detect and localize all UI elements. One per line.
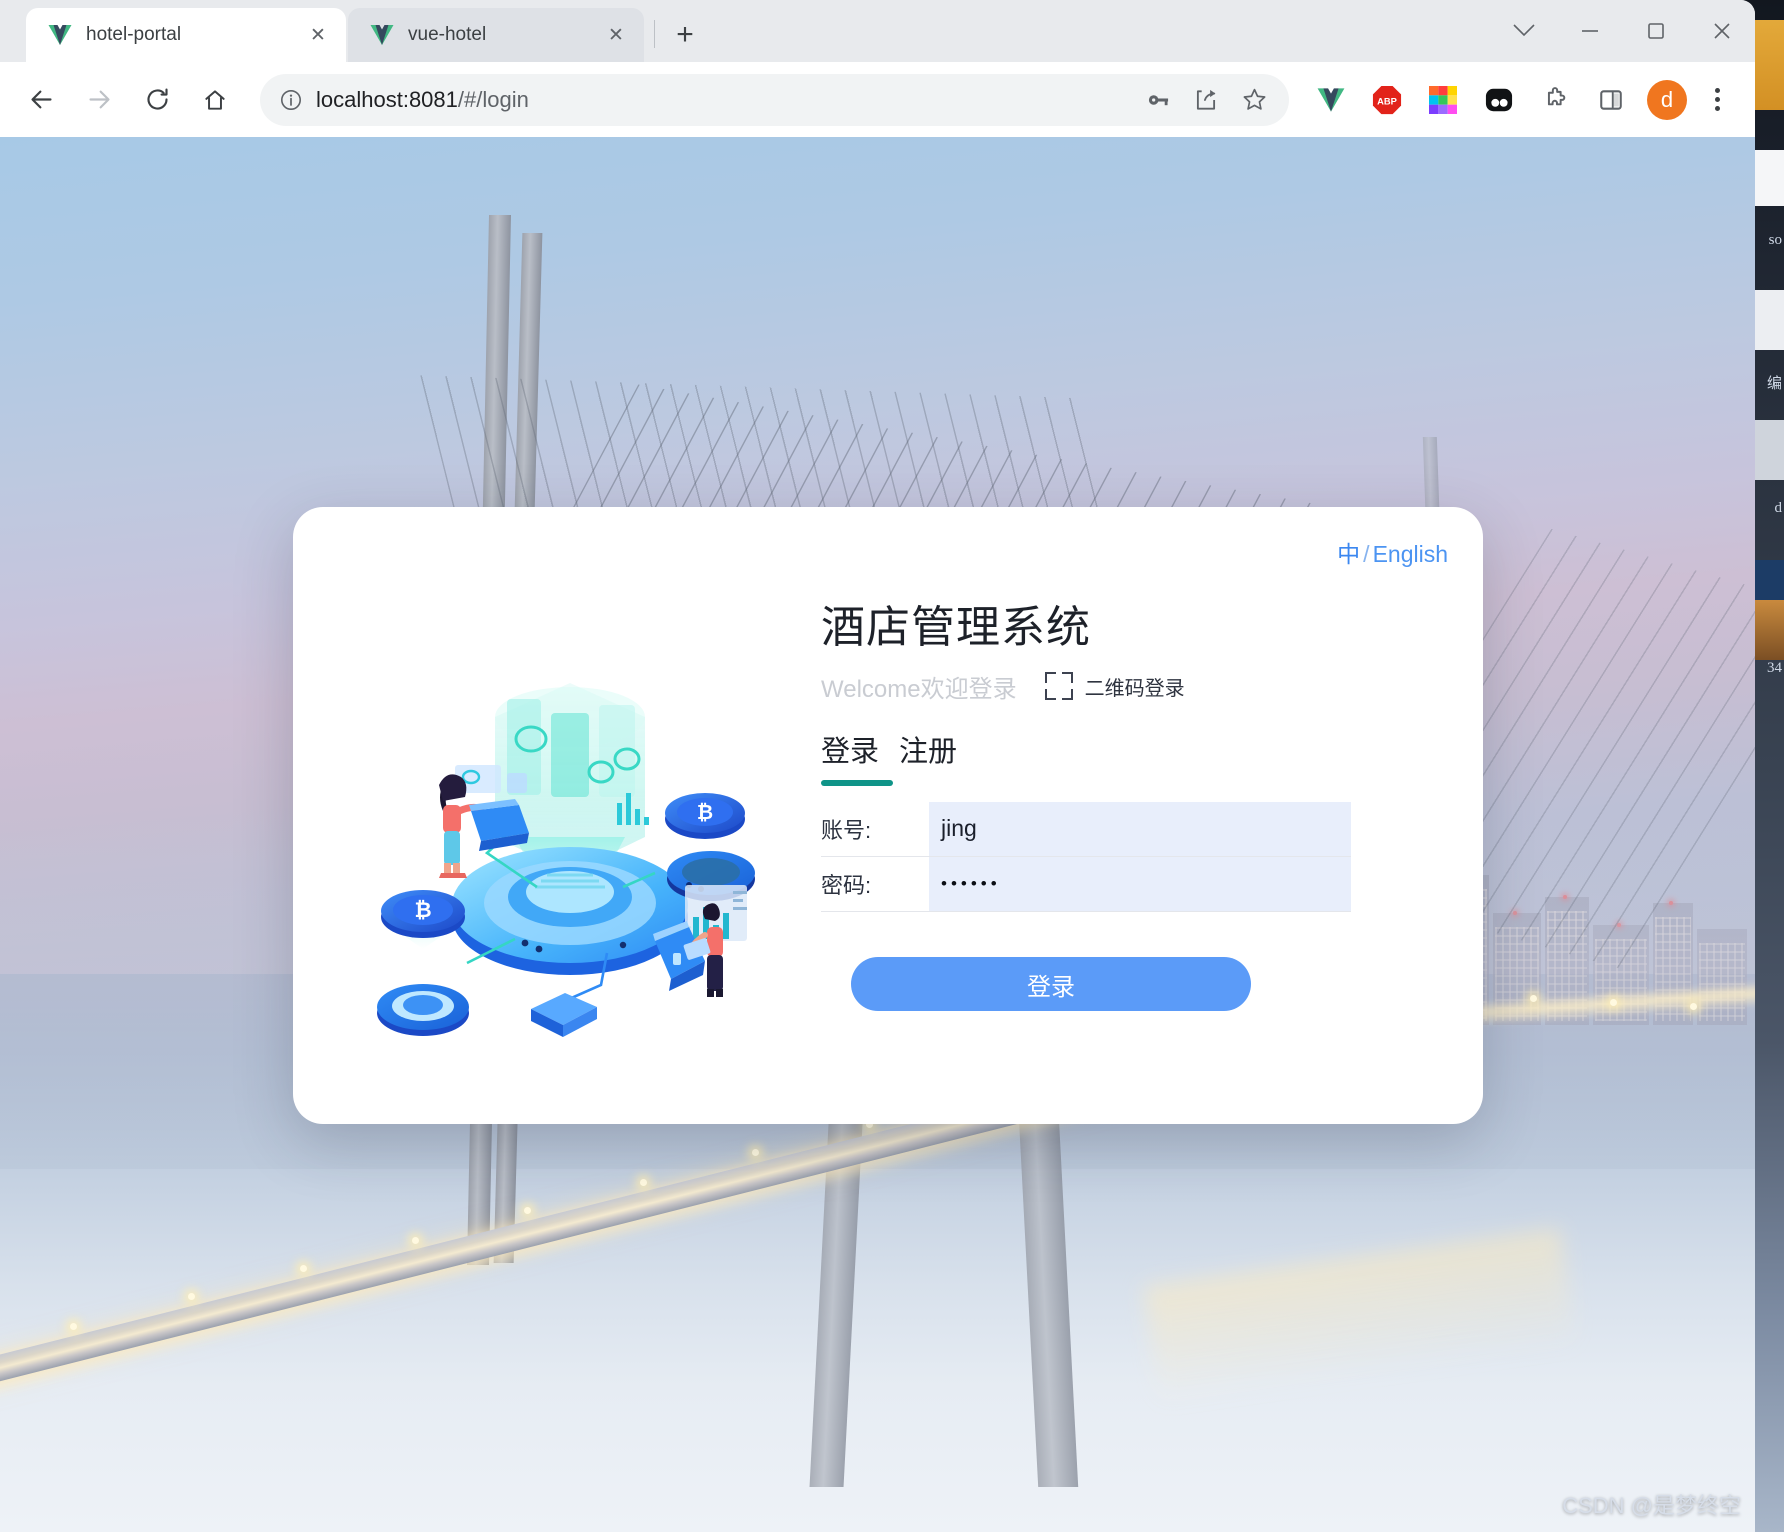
forward-button[interactable] (73, 74, 125, 126)
language-switch: 中 / English (1337, 535, 1448, 569)
login-fields: 账号: jing 密码: •••••• (821, 801, 1351, 912)
password-label: 密码: (821, 872, 872, 898)
browser-tab-vue-hotel[interactable]: vue-hotel ✕ (348, 8, 644, 62)
adblock-plus-extension-icon[interactable]: ABP (1364, 77, 1410, 123)
qr-login-label: 二维码登录 (1084, 677, 1185, 700)
qr-login-button[interactable]: 二维码登录 (1044, 672, 1185, 701)
login-register-tabs: 登录 注册 (821, 728, 1361, 786)
maximize-icon[interactable] (1623, 0, 1689, 62)
page-title: 酒店管理系统 (821, 603, 1091, 652)
browser-tab-title: vue-hotel (408, 24, 487, 45)
svg-text:₿: ₿ (414, 899, 431, 922)
star-icon[interactable] (1233, 79, 1275, 121)
back-button[interactable] (15, 74, 67, 126)
browser-tab-hotel-portal[interactable]: hotel-portal ✕ (26, 8, 346, 62)
url-text[interactable]: localhost:8081/#/login (316, 87, 1131, 113)
close-icon[interactable] (1689, 0, 1755, 62)
account-label: 账号: (821, 817, 872, 843)
svg-text:₿: ₿ (697, 802, 713, 824)
language-option-english[interactable]: English (1373, 541, 1448, 568)
desktop-sliver-text-3: 34 (1767, 660, 1782, 676)
reload-button[interactable] (131, 74, 183, 126)
tab-search-chevron-icon[interactable] (1491, 0, 1557, 62)
vue-devtools-extension-icon[interactable] (1308, 77, 1354, 123)
login-submit-button[interactable]: 登录 (851, 957, 1251, 1011)
key-icon[interactable] (1137, 79, 1179, 121)
field-row-account: 账号: jing (821, 801, 1351, 857)
language-option-chinese[interactable]: 中 (1337, 535, 1360, 569)
tab-register[interactable]: 注册 (899, 728, 957, 786)
new-tab-button[interactable]: + (668, 18, 702, 52)
window-controls (1491, 0, 1755, 62)
isometric-blockchain-illustration: ₿ ₿ (355, 587, 785, 1057)
info-circle-icon[interactable] (274, 83, 308, 117)
minimize-icon[interactable] (1557, 0, 1623, 62)
browser-tab-title: hotel-portal (86, 24, 182, 45)
home-button[interactable] (189, 74, 241, 126)
avatar[interactable]: d (1647, 79, 1687, 120)
url-host: localhost:8081 (316, 86, 458, 112)
puzzle-extensions-icon[interactable] (1532, 77, 1578, 123)
desktop-sliver-text-2: d (1774, 500, 1783, 516)
vue-logo-icon (370, 24, 394, 46)
browser-toolbar: localhost:8081/#/login ABP d (0, 62, 1755, 137)
browser-window: hotel-portal ✕ vue-hotel ✕ + localhost:8… (0, 0, 1755, 1532)
color-grid-extension-icon[interactable] (1420, 77, 1466, 123)
login-subline: Welcome欢迎登录 二维码登录 (821, 669, 1361, 704)
qr-scan-frame-icon (1044, 672, 1073, 701)
tab-separator (654, 20, 655, 48)
desktop-sliver-text-0: so (1768, 232, 1782, 248)
desktop-sliver-text-1: 编 (1766, 376, 1782, 392)
tab-close-icon[interactable]: ✕ (304, 21, 332, 49)
tab-close-icon[interactable]: ✕ (602, 21, 630, 49)
password-input[interactable]: •••••• (929, 856, 1351, 911)
page-viewport: 中 / English ₿ ₿ 酒店管理系统 Welcome欢迎登录 二维码登录… (0, 137, 1755, 1532)
tab-strip: hotel-portal ✕ vue-hotel ✕ + (0, 0, 1755, 62)
side-panel-icon[interactable] (1588, 77, 1634, 123)
share-icon[interactable] (1185, 79, 1227, 121)
three-dots-vertical-icon[interactable] (1695, 77, 1739, 123)
vue-logo-icon (48, 24, 72, 46)
url-path: /#/login (457, 86, 529, 112)
field-row-password: 密码: •••••• (821, 856, 1351, 912)
login-card: 中 / English ₿ ₿ 酒店管理系统 Welcome欢迎登录 二维码登录… (293, 507, 1483, 1124)
welcome-text: Welcome欢迎登录 (821, 675, 1017, 703)
address-bar[interactable]: localhost:8081/#/login (260, 73, 1289, 126)
pocket-extension-icon[interactable] (1476, 77, 1522, 123)
account-input[interactable]: jing (929, 801, 1351, 856)
tab-login[interactable]: 登录 (821, 728, 894, 786)
watermark: CSDN @是梦终空 (1562, 1493, 1741, 1518)
svg-text:ABP: ABP (1377, 96, 1397, 106)
login-form-column: 酒店管理系统 Welcome欢迎登录 二维码登录 登录 注册 账号: jing … (821, 602, 1361, 912)
language-separator: / (1363, 541, 1370, 567)
